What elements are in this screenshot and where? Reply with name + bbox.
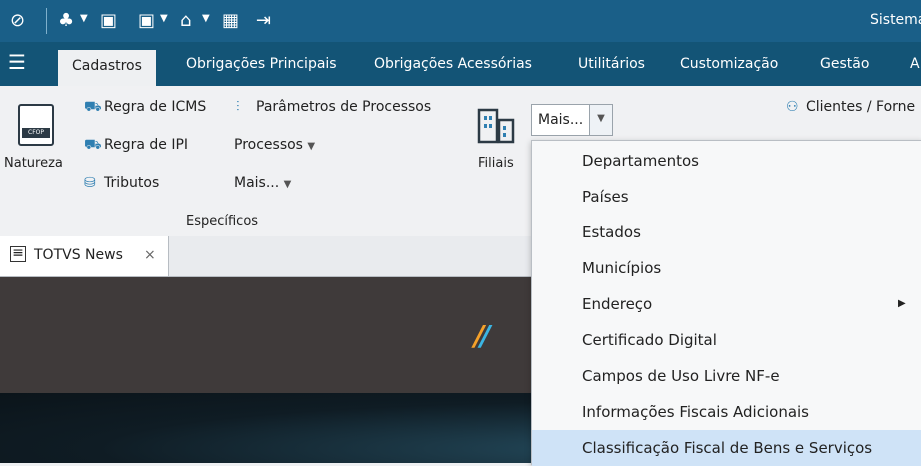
menu-item-municipios[interactable]: Municípios xyxy=(532,250,921,286)
chevron-down-icon: ▼ xyxy=(307,141,316,152)
quick-access-toolbar: ⊘ ♣ ▼ ▣ ▣ ▼ ⌂ ▼ ▦ ⇥ Sistema xyxy=(0,0,921,42)
menu-item-paises[interactable]: Países xyxy=(532,179,921,215)
coins-icon: ⛁ xyxy=(84,175,96,191)
refresh-window-icon[interactable]: ▣ xyxy=(138,10,155,32)
app-logo-icon[interactable]: ⊘ xyxy=(10,10,25,32)
tab-customizacao[interactable]: Customização xyxy=(680,56,778,72)
car-icon: ⛟ xyxy=(84,137,102,153)
regra-icms-button[interactable]: ⛟ Regra de ICMS xyxy=(84,99,206,117)
parametros-button[interactable]: ⫶ Parâmetros de Processos xyxy=(236,99,431,115)
close-icon[interactable]: × xyxy=(144,247,156,263)
processos-label: Processos xyxy=(234,137,303,153)
clientes-label: Clientes / Forne xyxy=(806,99,916,115)
menu-item-label: Classificação Fiscal de Bens e Serviços xyxy=(582,439,873,457)
filiais-button[interactable]: Filiais xyxy=(478,156,514,171)
menu-item-label: Países xyxy=(582,188,629,206)
sliders-icon: ⫶ xyxy=(236,99,240,115)
menu-item-label: Estados xyxy=(582,223,641,241)
window-title: Sistema xyxy=(870,12,921,28)
toolbar-separator xyxy=(46,8,47,34)
app-menu-icon[interactable]: ☰ xyxy=(8,50,26,74)
screen-icon[interactable]: ▣ xyxy=(100,10,117,32)
tributos-label: Tributos xyxy=(104,175,160,191)
menu-item-label: Municípios xyxy=(582,259,662,277)
clientes-button[interactable]: ⚇ Clientes / Forne xyxy=(786,99,915,115)
chevron-down-icon[interactable]: ▼ xyxy=(589,105,612,135)
building-icon[interactable] xyxy=(476,104,516,144)
exit-icon[interactable]: ⇥ xyxy=(256,10,271,32)
chevron-down-icon: ▼ xyxy=(283,179,292,190)
tab-totvs-news[interactable]: ≡ TOTVS News × xyxy=(0,236,169,276)
tab-utilitarios[interactable]: Utilitários xyxy=(578,56,645,72)
menu-item-label: Certificado Digital xyxy=(582,331,717,349)
chevron-down-icon[interactable]: ▼ xyxy=(160,13,168,24)
tab-label: TOTVS News xyxy=(34,247,123,263)
menu-item-label: Informações Fiscais Adicionais xyxy=(582,403,809,421)
mais-button[interactable]: Mais... ▼ xyxy=(234,175,291,191)
org-tree-icon[interactable]: ♣ xyxy=(58,10,74,32)
tab-cadastros[interactable]: Cadastros xyxy=(58,50,156,86)
news-icon: ≡ xyxy=(10,246,26,262)
tributos-button[interactable]: ⛁ Tributos xyxy=(84,175,159,191)
totvs-slash-logo-icon: // xyxy=(474,319,491,352)
processos-button[interactable]: Processos ▼ xyxy=(234,137,315,153)
menu-item-label: Departamentos xyxy=(582,152,699,170)
menu-item-label: Campos de Uso Livre NF-e xyxy=(582,367,780,385)
ribbon-tab-bar: ☰ Cadastros Obrigações Principais Obriga… xyxy=(0,42,921,86)
car-icon: ⛟ xyxy=(84,99,102,115)
regra-icms-label: Regra de ICMS xyxy=(104,99,207,115)
group-label-especificos: Específicos xyxy=(186,214,259,229)
mais-combo[interactable]: Mais... ▼ xyxy=(531,104,613,136)
menu-item-classificacao-fiscal[interactable]: Classificação Fiscal de Bens e Serviços xyxy=(532,430,921,466)
mais-dropdown-menu: Departamentos Países Estados Municípios … xyxy=(531,140,921,466)
menu-item-departamentos[interactable]: Departamentos xyxy=(532,143,921,179)
tab-gestao[interactable]: Gestão xyxy=(820,56,869,72)
mais-combo-value: Mais... xyxy=(538,112,584,128)
submenu-arrow-icon: ▶ xyxy=(898,298,906,309)
menu-item-certificado-digital[interactable]: Certificado Digital xyxy=(532,322,921,358)
home-icon[interactable]: ⌂ xyxy=(180,10,191,32)
mais-label: Mais... xyxy=(234,175,280,191)
regra-ipi-label: Regra de IPI xyxy=(104,137,189,153)
tab-obrigacoes-acessorias[interactable]: Obrigações Acessórias xyxy=(374,56,532,72)
regra-ipi-button[interactable]: ⛟ Regra de IPI xyxy=(84,137,188,155)
chevron-down-icon[interactable]: ▼ xyxy=(80,13,88,24)
menu-item-campos-uso-livre[interactable]: Campos de Uso Livre NF-e xyxy=(532,358,921,394)
tab-obrigacoes-principais[interactable]: Obrigações Principais xyxy=(186,56,337,72)
natureza-button[interactable]: Natureza xyxy=(4,156,63,171)
users-icon: ⚇ xyxy=(786,99,799,115)
tab-a[interactable]: A xyxy=(910,56,920,72)
cfop-tag: CFOP xyxy=(22,128,50,138)
menu-item-informacoes-fiscais[interactable]: Informações Fiscais Adicionais xyxy=(532,394,921,430)
menu-item-endereco[interactable]: Endereço ▶ xyxy=(532,286,921,322)
menu-item-label: Endereço xyxy=(582,295,653,313)
grid-icon[interactable]: ▦ xyxy=(222,10,239,32)
chevron-down-icon[interactable]: ▼ xyxy=(202,13,210,24)
cfop-document-icon[interactable]: CFOP xyxy=(18,104,54,146)
menu-item-estados[interactable]: Estados xyxy=(532,214,921,250)
parametros-label: Parâmetros de Processos xyxy=(256,99,432,115)
